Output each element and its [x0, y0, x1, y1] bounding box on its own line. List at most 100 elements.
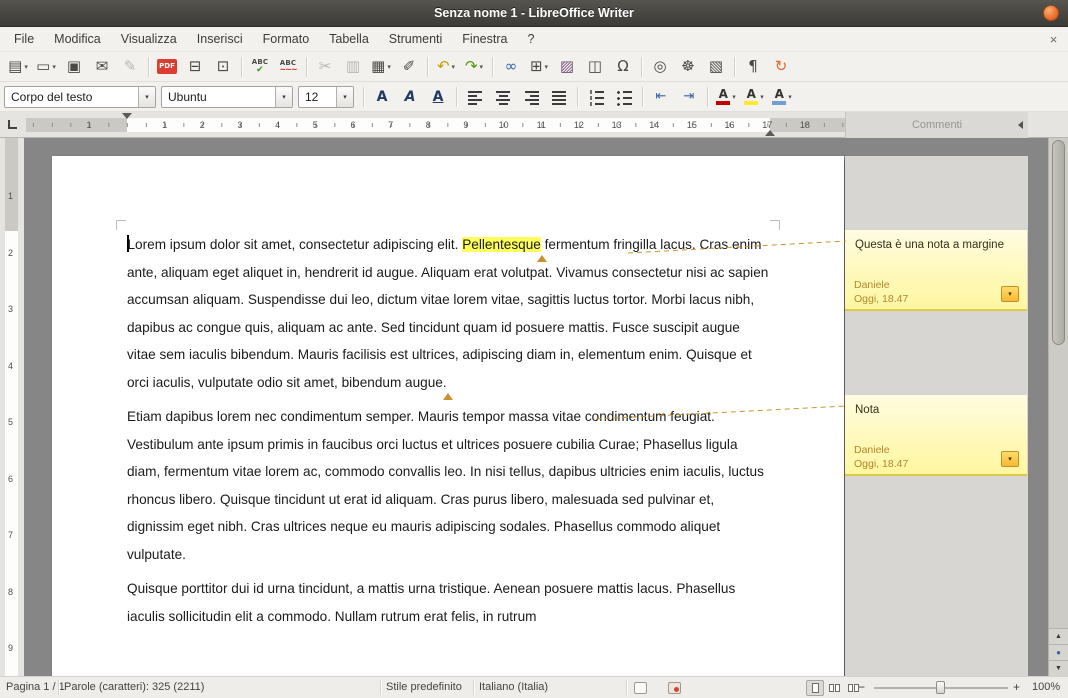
zoom-in-button[interactable]: + — [1013, 680, 1020, 694]
zoom-out-button[interactable]: − — [858, 680, 865, 694]
menu-visualizza[interactable]: Visualizza — [111, 27, 187, 51]
vertical-scrollbar[interactable]: ▲ ● ▼ — [1048, 138, 1068, 676]
clone-formatting-button[interactable]: ✐ — [396, 55, 422, 79]
comment-highlight[interactable]: Pellentesque — [462, 237, 541, 252]
chevron-down-icon[interactable]: ▾ — [52, 63, 56, 71]
paragraph-style-combo[interactable]: Corpo del testo▾ — [4, 86, 156, 108]
view-single-page-button[interactable] — [806, 680, 824, 696]
align-left-button[interactable] — [462, 85, 488, 109]
chevron-down-icon[interactable]: ▾ — [480, 63, 484, 71]
previous-page-button[interactable]: ▲ — [1049, 628, 1068, 644]
align-center-button[interactable] — [490, 85, 516, 109]
chevron-down-icon[interactable]: ▾ — [275, 87, 292, 107]
zoom-level-status[interactable]: 100% — [1032, 681, 1060, 693]
italic-button[interactable]: A — [397, 85, 423, 109]
left-indent-marker[interactable] — [122, 113, 132, 119]
chevron-down-icon[interactable]: ▾ — [732, 93, 736, 101]
chevron-down-icon[interactable]: ▾ — [760, 93, 764, 101]
window-control-button[interactable] — [1043, 5, 1059, 21]
note-menu-button[interactable]: ▾ — [1001, 451, 1019, 467]
font-name-combo[interactable]: Ubuntu▾ — [161, 86, 293, 108]
language-status[interactable]: Italiano (Italia) — [479, 681, 548, 693]
ruler-number: 2 — [200, 120, 205, 130]
navigate-by-button[interactable]: ● — [1049, 644, 1068, 660]
menu-tabella[interactable]: Tabella — [319, 27, 379, 51]
paste-button[interactable]: ▦▾ — [368, 55, 394, 79]
comments-header-label: Commenti — [912, 119, 962, 131]
export-pdf-button[interactable]: PDF — [154, 55, 180, 79]
page-count-status[interactable]: Pagina 1 / 1 — [6, 681, 65, 693]
chevron-down-icon[interactable]: ▾ — [387, 63, 391, 71]
update-libreoffice-button[interactable]: ↻ — [768, 55, 794, 79]
menu-modifica[interactable]: Modifica — [44, 27, 111, 51]
underline-button[interactable]: A — [425, 85, 451, 109]
view-multiple-pages-button[interactable] — [825, 680, 843, 696]
note-menu-button[interactable]: ▾ — [1001, 286, 1019, 302]
menu-finestra[interactable]: Finestra — [452, 27, 517, 51]
multi-page-icon — [829, 684, 834, 692]
comments-column-header[interactable]: Commenti — [845, 112, 1028, 138]
print-button[interactable]: ⊟ — [182, 55, 208, 79]
find-replace-button[interactable]: ◎ — [647, 55, 673, 79]
insert-table-icon: ⊞ — [530, 59, 543, 74]
email-button[interactable]: ✉ — [89, 55, 115, 79]
document-text[interactable]: Lorem ipsum dolor sit amet, consectetur … — [127, 231, 771, 637]
collapse-comments-icon[interactable] — [1018, 121, 1023, 129]
align-right-button[interactable] — [518, 85, 544, 109]
right-indent-marker[interactable] — [765, 130, 775, 136]
close-document-button[interactable]: × — [1045, 31, 1062, 48]
tab-stop-selector-icon[interactable] — [8, 120, 17, 129]
insert-chart-button[interactable]: ◫ — [582, 55, 608, 79]
bold-button[interactable]: A — [369, 85, 395, 109]
numbered-list-button[interactable] — [583, 85, 609, 109]
background-color-button[interactable]: A▾ — [769, 85, 795, 109]
selection-mode-indicator[interactable] — [634, 682, 647, 694]
bullet-list-button[interactable] — [611, 85, 637, 109]
spelling-button[interactable]: ABC — [247, 55, 273, 79]
align-justify-button[interactable] — [546, 85, 572, 109]
special-character-button[interactable]: Ω — [610, 55, 636, 79]
chevron-down-icon[interactable]: ▾ — [336, 87, 353, 107]
margin-note[interactable]: Questa è una nota a margineDanieleOggi, … — [845, 230, 1027, 311]
new-document-button[interactable]: ▤▾ — [5, 55, 31, 79]
vertical-ruler[interactable]: 123456789 — [0, 138, 24, 676]
save-button[interactable]: ▣ — [61, 55, 87, 79]
page[interactable]: Lorem ipsum dolor sit amet, consectetur … — [52, 156, 844, 676]
insert-image-button[interactable]: ▨ — [554, 55, 580, 79]
font-size-combo[interactable]: 12▾ — [298, 86, 354, 108]
menu-file[interactable]: File — [4, 27, 44, 51]
undo-button[interactable]: ↶▾ — [433, 55, 459, 79]
menu-inserisci[interactable]: Inserisci — [187, 27, 253, 51]
auto-spellcheck-button[interactable]: ABC — [275, 55, 301, 79]
print-preview-button[interactable]: ⊡ — [210, 55, 236, 79]
gallery-button[interactable]: ▧ — [703, 55, 729, 79]
navigator-button[interactable]: ☸ — [675, 55, 701, 79]
chevron-down-icon[interactable]: ▾ — [452, 63, 456, 71]
zoom-slider-thumb[interactable] — [936, 681, 945, 694]
chevron-down-icon[interactable]: ▾ — [24, 63, 28, 71]
decrease-indent-button[interactable]: ⇤ — [648, 85, 674, 109]
page-style-status[interactable]: Stile predefinito — [386, 681, 462, 693]
ruler-number: 1 — [162, 120, 167, 130]
horizontal-ruler[interactable]: 1123456789101112131415161718 — [26, 112, 845, 138]
menu-formato[interactable]: Formato — [253, 27, 320, 51]
formatting-marks-icon: ¶ — [748, 59, 758, 74]
open-button[interactable]: ▭▾ — [33, 55, 59, 79]
document-modified-indicator[interactable] — [668, 682, 681, 694]
chevron-down-icon[interactable]: ▾ — [138, 87, 155, 107]
chevron-down-icon[interactable]: ▾ — [545, 63, 549, 71]
hyperlink-button[interactable]: ∞ — [498, 55, 524, 79]
highlighting-button[interactable]: A▾ — [741, 85, 767, 109]
font-color-button[interactable]: A▾ — [713, 85, 739, 109]
redo-button[interactable]: ↷▾ — [461, 55, 487, 79]
scrollbar-thumb[interactable] — [1052, 140, 1065, 345]
insert-table-button[interactable]: ⊞▾ — [526, 55, 552, 79]
formatting-marks-button[interactable]: ¶ — [740, 55, 766, 79]
word-count-status[interactable]: Parole (caratteri): 325 (2211) — [64, 681, 204, 693]
increase-indent-button[interactable]: ⇥ — [676, 85, 702, 109]
margin-note[interactable]: NotaDanieleOggi, 18.47▾ — [845, 395, 1027, 476]
next-page-button[interactable]: ▼ — [1049, 660, 1068, 676]
menu-strumenti[interactable]: Strumenti — [379, 27, 453, 51]
menu-help[interactable]: ? — [517, 27, 544, 51]
chevron-down-icon[interactable]: ▾ — [788, 93, 792, 101]
